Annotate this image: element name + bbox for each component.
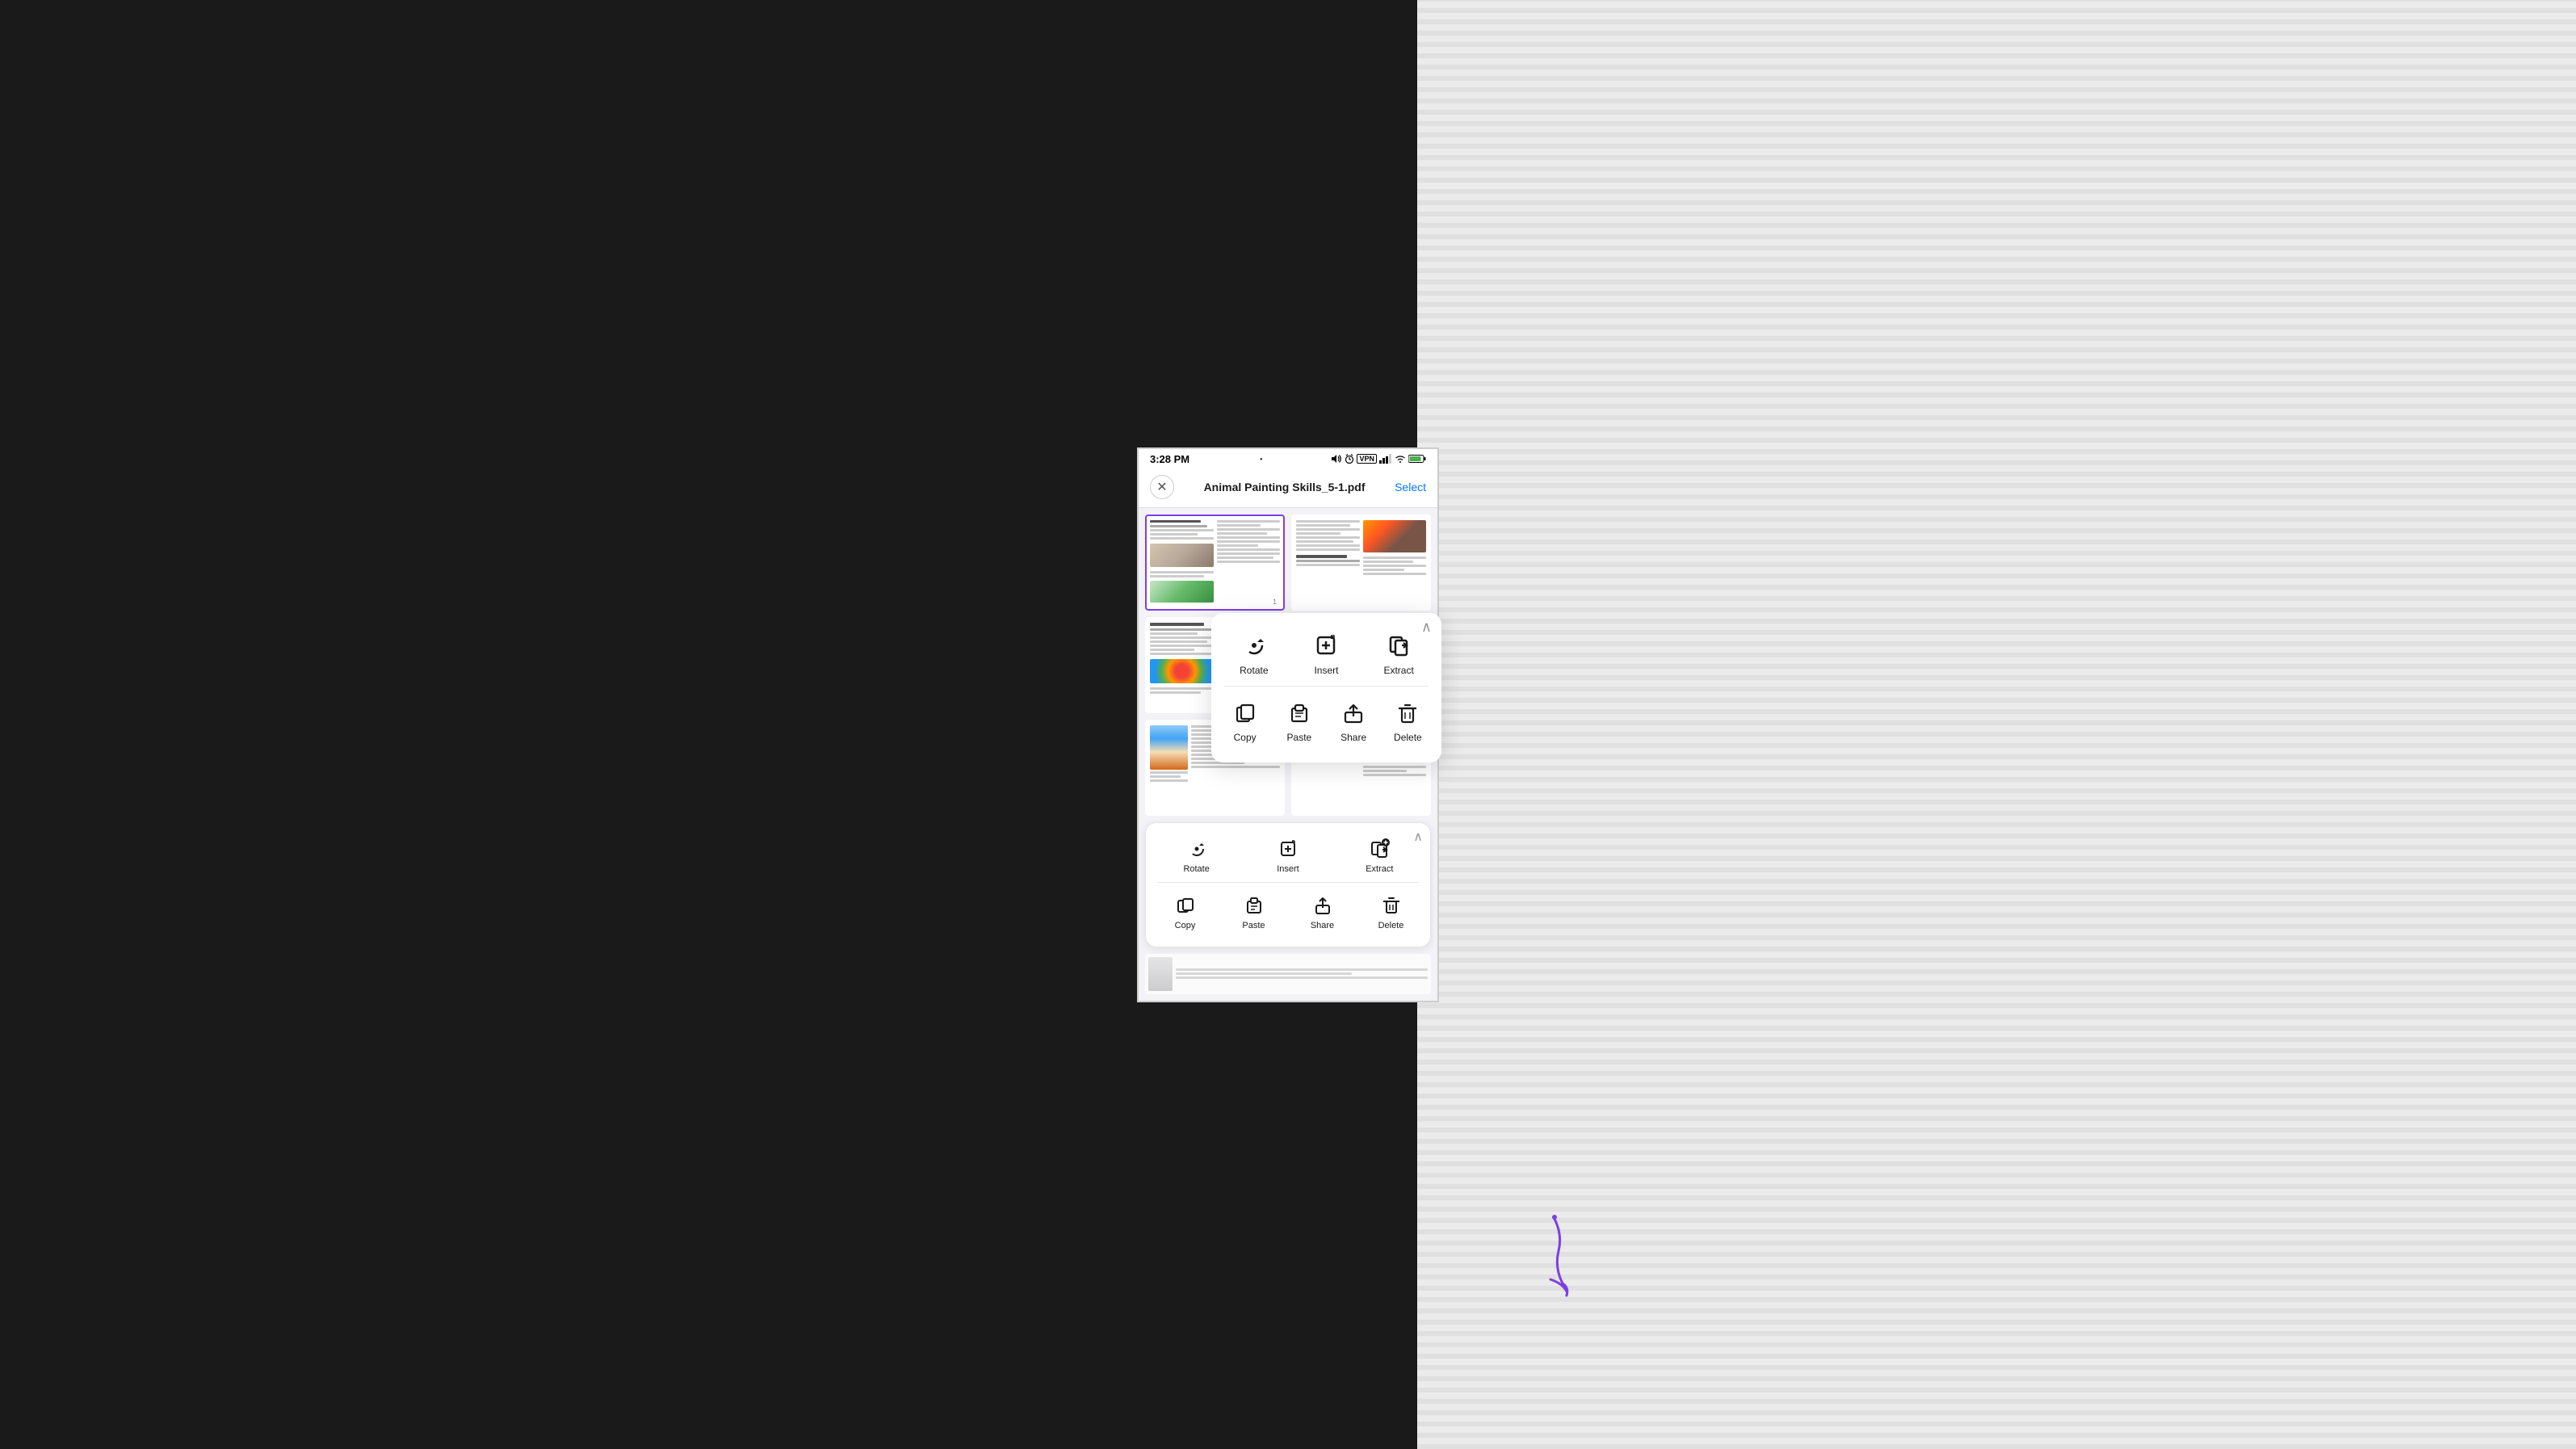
share-label: Share <box>1340 732 1366 743</box>
pdf-page-2[interactable] <box>1291 514 1431 611</box>
upper-rotate-item[interactable]: Rotate <box>1226 624 1282 682</box>
copy-label: Copy <box>1234 732 1257 743</box>
lower-paste-label: Paste <box>1242 921 1265 930</box>
lower-rotate-icon <box>1185 838 1208 860</box>
lower-rotate-item[interactable]: Rotate <box>1168 833 1225 879</box>
lower-action-menu: ∧ Rotate <box>1145 822 1431 947</box>
lower-share-icon <box>1311 894 1334 917</box>
lower-copy-icon <box>1174 894 1197 917</box>
upper-menu-collapse[interactable]: ∧ <box>1421 620 1432 634</box>
upper-insert-item[interactable]: Insert <box>1298 624 1354 682</box>
select-button[interactable]: Select <box>1395 481 1426 494</box>
signal-icon <box>1379 454 1392 464</box>
upper-menu-row2: Copy Paste <box>1218 693 1435 750</box>
lower-menu-row2: Copy Paste <box>1151 889 1425 935</box>
delete-icon <box>1394 699 1421 727</box>
paste-icon <box>1286 699 1313 727</box>
pdf-page-bottom-partial <box>1145 954 1431 994</box>
status-dot: • <box>1260 456 1262 463</box>
rotate-icon <box>1240 631 1269 660</box>
pdf-grid: 1 <box>1139 508 1437 822</box>
lower-share-item[interactable]: Share <box>1300 889 1345 935</box>
lower-insert-item[interactable]: Insert <box>1260 833 1316 879</box>
insert-icon <box>1311 631 1340 660</box>
share-icon <box>1340 699 1367 727</box>
upper-menu-row1: Rotate Insert <box>1218 624 1435 682</box>
delete-label: Delete <box>1394 732 1422 743</box>
sound-icon <box>1331 454 1342 464</box>
alarm-icon <box>1345 454 1354 464</box>
rotate-label: Rotate <box>1240 665 1268 676</box>
paste-label: Paste <box>1287 732 1312 743</box>
lower-menu-collapse[interactable]: ∧ <box>1413 831 1423 844</box>
lower-paste-item[interactable]: Paste <box>1231 889 1276 935</box>
status-bar: 3:28 PM • VPN <box>1139 449 1437 468</box>
lower-menu-row1: Rotate <box>1151 833 1425 879</box>
nav-title: Animal Painting Skills_5-1.pdf <box>1181 481 1388 494</box>
upper-paste-item[interactable]: Paste <box>1277 693 1321 750</box>
lower-extract-item[interactable]: Extract <box>1351 833 1408 879</box>
lower-extract-icon <box>1368 838 1391 860</box>
upper-share-item[interactable]: Share <box>1332 693 1376 750</box>
lower-rotate-label: Rotate <box>1183 864 1209 874</box>
lower-delete-item[interactable]: Delete <box>1369 889 1413 935</box>
phone-device: 3:28 PM • VPN <box>1139 449 1437 1001</box>
status-icons: VPN <box>1331 454 1426 464</box>
battery-icon <box>1408 454 1426 464</box>
lower-paste-icon <box>1243 894 1265 917</box>
upper-action-menu: ∧ Rotate <box>1211 613 1441 762</box>
lower-copy-item[interactable]: Copy <box>1163 889 1207 935</box>
lower-delete-icon <box>1380 894 1403 917</box>
page-number-1: 1 <box>1270 598 1279 606</box>
lower-delete-label: Delete <box>1378 921 1404 930</box>
wifi-icon <box>1395 454 1406 464</box>
status-time: 3:28 PM <box>1150 453 1189 465</box>
lower-share-label: Share <box>1311 921 1334 930</box>
lower-section: ∧ Rotate <box>1139 822 1437 1001</box>
pdf-page-1[interactable]: 1 <box>1145 514 1285 611</box>
lower-copy-label: Copy <box>1175 921 1196 930</box>
lower-insert-icon <box>1277 838 1299 860</box>
lower-extract-label: Extract <box>1366 864 1393 874</box>
insert-label: Insert <box>1314 665 1338 676</box>
upper-delete-item[interactable]: Delete <box>1386 693 1430 750</box>
lower-insert-label: Insert <box>1277 864 1299 874</box>
copy-icon <box>1231 699 1259 727</box>
extract-label: Extract <box>1383 665 1413 676</box>
vpn-icon: VPN <box>1357 454 1377 464</box>
nav-bar: ✕ Animal Painting Skills_5-1.pdf Select <box>1139 468 1437 508</box>
extract-icon <box>1384 631 1413 660</box>
upper-extract-item[interactable]: Extract <box>1370 624 1427 682</box>
close-button[interactable]: ✕ <box>1150 475 1174 499</box>
upper-copy-item[interactable]: Copy <box>1223 693 1267 750</box>
